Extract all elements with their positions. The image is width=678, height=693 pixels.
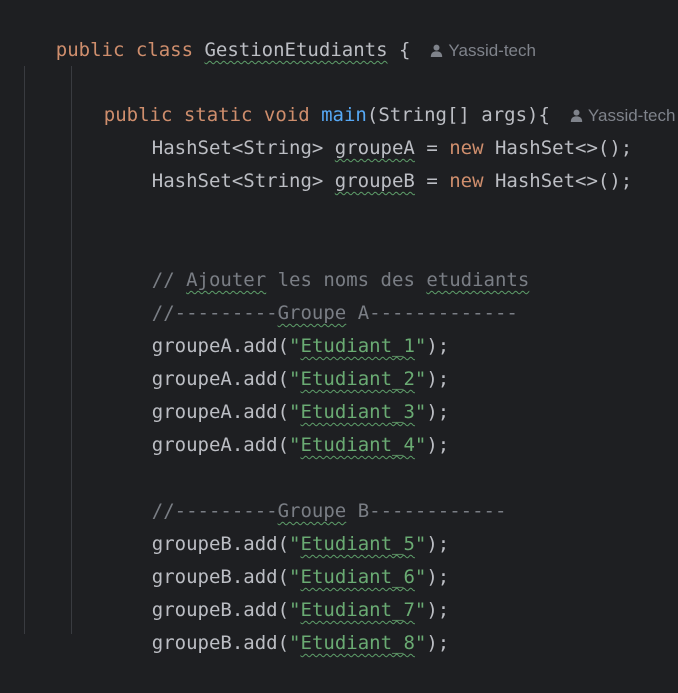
code-line-class-declaration[interactable]: public class GestionEtudiants { Yassid-te… (10, 1, 536, 61)
author-name: Yassid-tech (448, 41, 536, 60)
method-call: groupeB.add( (151, 632, 290, 654)
code-line-add-statement[interactable]: groupeB.add("Etudiant_5"); (106, 495, 449, 555)
code-line-add-statement[interactable]: groupeB.add("Etudiant_8"); (106, 594, 449, 654)
statement-end: ); (426, 434, 450, 456)
code-line-declare-groupeB[interactable]: HashSet<String> groupeB = new HashSet<>(… (106, 132, 632, 192)
brace: { (387, 39, 411, 61)
code-line-comment-groupe-a[interactable]: //---------Groupe A------------- (106, 264, 518, 324)
code-line-comment[interactable]: // Ajouter les noms des etudiants (106, 231, 530, 291)
keyword: public class (55, 39, 205, 61)
class-name: GestionEtudiants (204, 39, 388, 61)
variable-name: groupeB (334, 170, 415, 192)
method-call: groupeA.add( (151, 434, 290, 456)
code-line-add-statement[interactable]: groupeA.add("Etudiant_2"); (106, 330, 449, 390)
code-line-add-statement[interactable]: groupeA.add("Etudiant_3"); (106, 363, 449, 423)
code-line-add-statement[interactable]: groupeB.add("Etudiant_6"); (106, 528, 449, 588)
keyword: new (449, 170, 484, 192)
constructor-call: HashSet<>(); (483, 170, 633, 192)
statement-end: ); (426, 632, 450, 654)
type: HashSet<String> (151, 170, 335, 192)
string-quote: " (414, 632, 427, 654)
string-quote: " (289, 434, 301, 456)
code-line-add-statement[interactable]: groupeA.add("Etudiant_1"); (106, 297, 449, 357)
code-line-comment-groupe-b[interactable]: //---------Groupe B------------ (106, 462, 507, 522)
indent-guide (24, 66, 25, 634)
operator: = (414, 170, 450, 192)
string-literal: Etudiant_4 (300, 434, 415, 456)
person-icon (431, 44, 443, 57)
code-line-add-statement[interactable]: groupeA.add("Etudiant_4"); (106, 396, 449, 456)
author-inlay-hint[interactable]: Yassid-tech (430, 41, 536, 60)
code-line-main-method[interactable]: public static void main(String[] args){Y… (58, 66, 676, 126)
code-line-add-statement[interactable]: groupeB.add("Etudiant_7"); (106, 561, 449, 621)
string-quote: " (414, 434, 427, 456)
code-line-declare-groupeA[interactable]: HashSet<String> groupeA = new HashSet<>(… (106, 99, 632, 159)
code-editor[interactable]: public class GestionEtudiants { Yassid-te… (0, 0, 678, 654)
string-literal: Etudiant_8 (300, 632, 415, 654)
string-quote: " (289, 632, 301, 654)
